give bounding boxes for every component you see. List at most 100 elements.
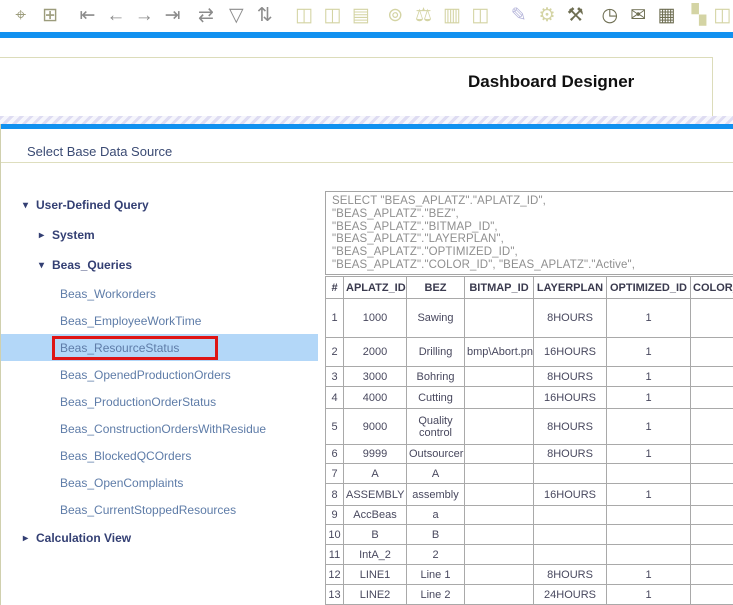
table-cell: 5 bbox=[326, 409, 344, 445]
tree-item-beas-constructionorderswithresidue[interactable]: Beas_ConstructionOrdersWithResidue bbox=[1, 415, 325, 442]
table-cell: 9999 bbox=[344, 445, 407, 464]
tree-item-beas-openedproductionorders[interactable]: Beas_OpenedProductionOrders bbox=[1, 361, 325, 388]
expand-triangle-icon[interactable]: ▸ bbox=[23, 533, 36, 544]
column-header-bez: BEZ bbox=[407, 277, 465, 299]
tree-item-label: User-Defined Query bbox=[36, 198, 149, 212]
tree-item-system[interactable]: ▸System bbox=[1, 220, 325, 250]
scale-icon[interactable]: ⚖ bbox=[413, 4, 434, 28]
preview-table: #APLATZ_IDBEZBITMAP_IDLAYERPLANOPTIMIZED… bbox=[325, 276, 733, 605]
table-cell bbox=[534, 506, 607, 525]
table-row[interactable]: 59000Quality control8HOURS1 bbox=[326, 409, 733, 445]
table-cell bbox=[534, 545, 607, 565]
expand-triangle-icon[interactable]: ▸ bbox=[39, 230, 52, 241]
table-row[interactable]: 12LINE1Line 18HOURS1 bbox=[326, 565, 733, 585]
form-wrench-icon[interactable]: ⚒ bbox=[565, 4, 586, 28]
copy-from-icon[interactable]: ◫ bbox=[293, 4, 314, 28]
next-record-icon[interactable]: → bbox=[134, 4, 155, 28]
column-header-bitmap-id: BITMAP_ID bbox=[465, 277, 534, 299]
clock-alert-icon[interactable]: ◷ bbox=[599, 4, 620, 28]
form-gear-icon[interactable]: ⚙ bbox=[536, 4, 557, 28]
add-record-icon[interactable]: ⊞ bbox=[39, 4, 60, 28]
table-cell: 9000 bbox=[344, 409, 407, 445]
table-row[interactable]: 33000Bohring8HOURS1 bbox=[326, 367, 733, 387]
envelope-alert-icon[interactable]: ✉ bbox=[628, 4, 649, 28]
table-cell: Drilling bbox=[407, 338, 465, 367]
table-cell: Sawing bbox=[407, 299, 465, 338]
table-cell: 3 bbox=[326, 367, 344, 387]
tree-item-beas-queries[interactable]: ▾Beas_Queries bbox=[1, 250, 325, 280]
annotation-highlight-rectangle: Beas_ResourceStatus bbox=[52, 336, 218, 360]
tree-item-label: Beas_ResourceStatus bbox=[60, 341, 179, 355]
previous-record-icon[interactable]: ← bbox=[105, 4, 126, 28]
table-cell: 1 bbox=[607, 338, 691, 367]
table-cell: 2 bbox=[326, 338, 344, 367]
table-row[interactable]: 44000Cutting16HOURS1 bbox=[326, 387, 733, 409]
table-cell: bmp\Abort.png bbox=[465, 338, 534, 367]
table-cell bbox=[691, 464, 733, 484]
tree-item-label: Beas_Queries bbox=[52, 258, 132, 272]
tree-item-beas-resourcestatus[interactable]: Beas_ResourceStatus bbox=[1, 334, 318, 361]
filter-icon[interactable]: ▽ bbox=[226, 4, 247, 28]
table-cell bbox=[534, 525, 607, 545]
tree-item-user-defined-query[interactable]: ▾User-Defined Query bbox=[1, 190, 325, 220]
table-row[interactable]: 7AA bbox=[326, 464, 733, 484]
collapse-triangle-icon[interactable]: ▾ bbox=[39, 260, 52, 271]
table-row[interactable]: 11000Sawing8HOURS1 bbox=[326, 299, 733, 338]
table-cell: A bbox=[407, 464, 465, 484]
table-cell: 1 bbox=[326, 299, 344, 338]
table-cell: Bohring bbox=[407, 367, 465, 387]
table-row[interactable]: 10BB bbox=[326, 525, 733, 545]
tree-item-beas-opencomplaints[interactable]: Beas_OpenComplaints bbox=[1, 469, 325, 496]
table-row[interactable]: 69999Outsourcer8HOURS1 bbox=[326, 445, 733, 464]
tree-item-label: Beas_OpenedProductionOrders bbox=[60, 368, 231, 382]
table-cell: 11 bbox=[326, 545, 344, 565]
tree-item-calculation-view[interactable]: ▸Calculation View bbox=[1, 523, 325, 553]
table-row[interactable]: 22000Drillingbmp\Abort.png16HOURS1 bbox=[326, 338, 733, 367]
collapse-triangle-icon[interactable]: ▾ bbox=[23, 200, 36, 211]
table-cell bbox=[465, 367, 534, 387]
document-coin-icon[interactable]: ▤ bbox=[350, 4, 371, 28]
org-chart-icon[interactable]: ▚ bbox=[688, 4, 709, 28]
table-cell bbox=[691, 484, 733, 506]
document-search-icon[interactable]: ◫ bbox=[470, 4, 491, 28]
table-cell bbox=[691, 338, 733, 367]
tree-item-beas-currentstoppedresources[interactable]: Beas_CurrentStoppedResources bbox=[1, 496, 325, 523]
tree-item-beas-productionorderstatus[interactable]: Beas_ProductionOrderStatus bbox=[1, 388, 325, 415]
column-header--: # bbox=[326, 277, 344, 299]
sort-icon[interactable]: ⇅ bbox=[254, 4, 275, 28]
table-row[interactable]: 9AccBeasa bbox=[326, 506, 733, 525]
table-cell bbox=[607, 545, 691, 565]
column-header-aplatz-id: APLATZ_ID bbox=[344, 277, 407, 299]
table-cell bbox=[691, 409, 733, 445]
table-row[interactable]: 11IntA_22 bbox=[326, 545, 733, 565]
column-header-optimized-id: OPTIMIZED_ID bbox=[607, 277, 691, 299]
refresh-icon[interactable]: ⇄ bbox=[195, 4, 216, 28]
table-cell bbox=[691, 506, 733, 525]
calculator-icon[interactable]: ▦ bbox=[656, 4, 677, 28]
table-cell bbox=[465, 506, 534, 525]
tree-item-beas-workorders[interactable]: Beas_Workorders bbox=[1, 280, 325, 307]
copy-to-icon[interactable]: ◫ bbox=[322, 4, 343, 28]
tree-item-label: Beas_CurrentStoppedResources bbox=[60, 503, 236, 517]
table-cell: Outsourcer bbox=[407, 445, 465, 464]
table-cell: B bbox=[344, 525, 407, 545]
table-row[interactable]: 8ASSEMBLYassembly16HOURS1 bbox=[326, 484, 733, 506]
find-icon[interactable]: ⌖ bbox=[10, 4, 31, 28]
column-header-layerplan: LAYERPLAN bbox=[534, 277, 607, 299]
document-dollar-icon[interactable]: ▥ bbox=[441, 4, 462, 28]
tree-item-beas-blockedqcorders[interactable]: Beas_BlockedQCOrders bbox=[1, 442, 325, 469]
pencil-icon[interactable]: ✎ bbox=[508, 4, 529, 28]
last-record-icon[interactable]: ⇥ bbox=[162, 4, 183, 28]
coins-icon[interactable]: ⊚ bbox=[385, 4, 406, 28]
document-partial-icon[interactable]: ◫ bbox=[712, 4, 733, 28]
table-cell: 8HOURS bbox=[534, 409, 607, 445]
table-cell: 12 bbox=[326, 565, 344, 585]
tree-item-label: System bbox=[52, 228, 95, 242]
title-band: Dashboard Designer bbox=[0, 38, 733, 116]
table-row[interactable]: 13LINE2Line 224HOURS1 bbox=[326, 585, 733, 605]
tree-item-beas-employeeworktime[interactable]: Beas_EmployeeWorkTime bbox=[1, 307, 325, 334]
table-cell bbox=[607, 506, 691, 525]
table-cell bbox=[691, 367, 733, 387]
first-record-icon[interactable]: ⇤ bbox=[77, 4, 98, 28]
table-cell bbox=[607, 464, 691, 484]
